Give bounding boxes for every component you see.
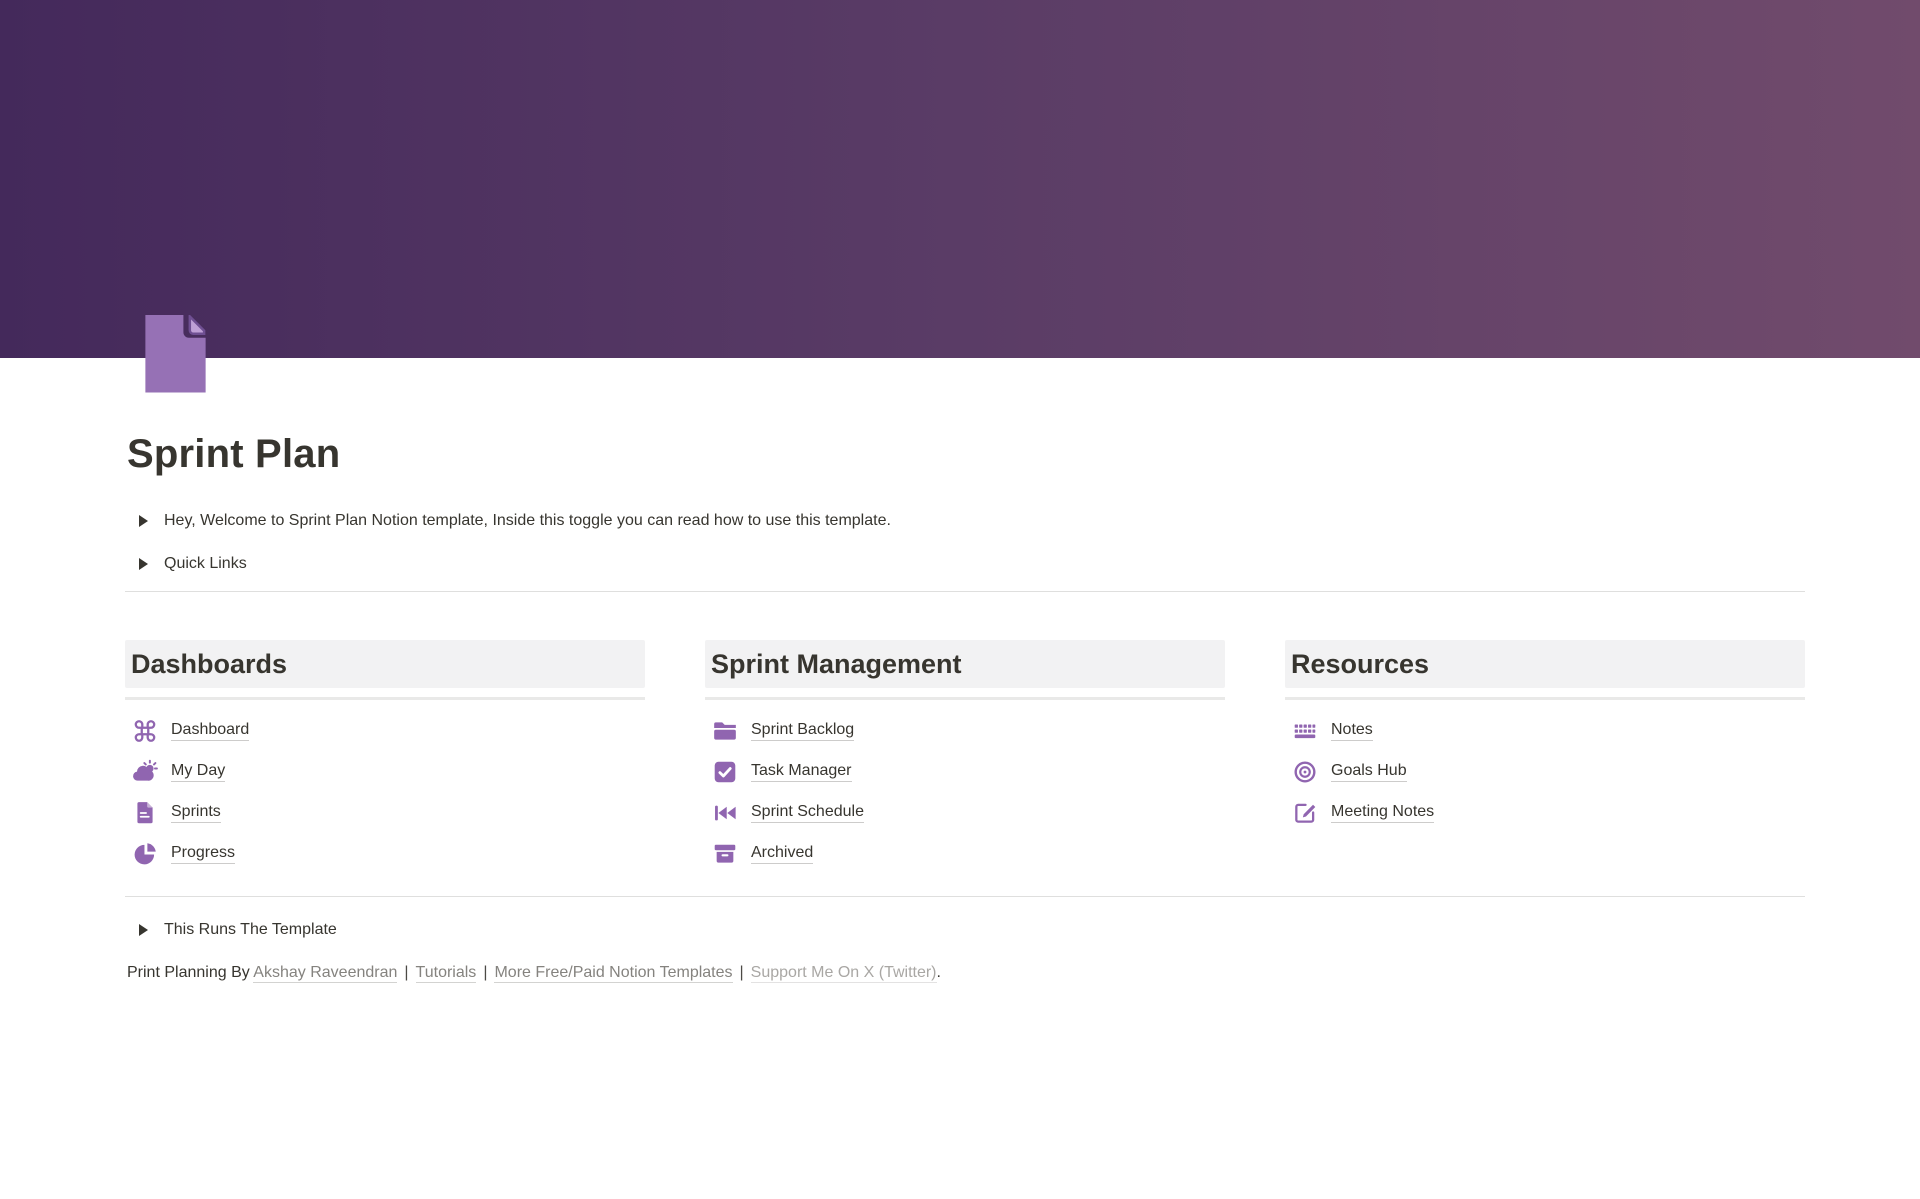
- footer-suffix: .: [937, 964, 941, 981]
- edit-icon: [1292, 800, 1318, 826]
- page-link-my-day[interactable]: My Day: [125, 751, 645, 792]
- document-icon: [132, 800, 158, 826]
- page-link-label: Meeting Notes: [1331, 803, 1434, 823]
- footer-link-tutorials[interactable]: Tutorials: [416, 964, 477, 983]
- page-title: Sprint Plan: [125, 358, 1805, 478]
- column-sprint-management: Sprint Management Sprint Backlog Task Mana…: [705, 640, 1225, 874]
- page-link-goals-hub[interactable]: Goals Hub: [1285, 751, 1805, 792]
- column-link-list: Notes Goals Hub Meeting Notes: [1285, 710, 1805, 833]
- toggle-quick-links-label: Quick Links: [164, 555, 247, 573]
- page-link-label: Sprint Backlog: [751, 721, 854, 741]
- page-link-label: Goals Hub: [1331, 762, 1407, 782]
- toggle-triangle-icon[interactable]: [139, 924, 148, 936]
- column-dashboards: Dashboards Dashboard My Day Sprints Progress: [125, 640, 645, 874]
- toggle-triangle-icon[interactable]: [139, 515, 148, 527]
- footer-link-akshay-raveendran[interactable]: Akshay Raveendran: [253, 964, 397, 983]
- keyboard-icon: [1292, 718, 1318, 744]
- footer-prefix: Print Planning By: [127, 964, 253, 981]
- page-link-label: Sprints: [171, 803, 221, 823]
- toggle-welcome[interactable]: Hey, Welcome to Sprint Plan Notion templ…: [125, 507, 1805, 535]
- command-icon: [132, 718, 158, 744]
- column-link-list: Dashboard My Day Sprints Progress: [125, 710, 645, 874]
- toggle-quick-links[interactable]: Quick Links: [125, 550, 1805, 578]
- toggle-triangle-icon[interactable]: [139, 558, 148, 570]
- toggle-runs-template-label: This Runs The Template: [164, 921, 337, 939]
- toggle-this-runs-the-template[interactable]: This Runs The Template: [125, 916, 1805, 944]
- column-divider: [125, 697, 645, 700]
- sun-cloud-icon: [132, 759, 158, 785]
- page-link-meeting-notes[interactable]: Meeting Notes: [1285, 792, 1805, 833]
- checkbox-icon: [712, 759, 738, 785]
- column-header: Sprint Management: [705, 640, 1225, 688]
- column-header: Resources: [1285, 640, 1805, 688]
- page-link-label: Dashboard: [171, 721, 249, 741]
- column-header: Dashboards: [125, 640, 645, 688]
- page-link-sprints[interactable]: Sprints: [125, 792, 645, 833]
- footer-separator: |: [483, 964, 487, 981]
- page-link-progress[interactable]: Progress: [125, 833, 645, 874]
- page-link-sprint-backlog[interactable]: Sprint Backlog: [705, 710, 1225, 751]
- page-link-task-manager[interactable]: Task Manager: [705, 751, 1225, 792]
- footer-credits: Print Planning By Akshay Raveendran | Tuto…: [125, 960, 1805, 986]
- folder-icon: [712, 718, 738, 744]
- toggle-welcome-label: Hey, Welcome to Sprint Plan Notion templ…: [164, 512, 891, 530]
- page-link-label: Archived: [751, 844, 813, 864]
- archive-icon: [712, 841, 738, 867]
- page-link-label: Task Manager: [751, 762, 852, 782]
- column-link-list: Sprint Backlog Task Manager Sprint Schedul…: [705, 710, 1225, 874]
- footer-separator: |: [404, 964, 408, 981]
- page-link-archived[interactable]: Archived: [705, 833, 1225, 874]
- cover-image: [0, 0, 1920, 358]
- footer-link-more-free-paid-notion-templates[interactable]: More Free/Paid Notion Templates: [494, 964, 732, 983]
- page-content: Sprint Plan Hey, Welcome to Sprint Plan …: [125, 358, 1805, 986]
- column-divider: [705, 697, 1225, 700]
- divider: [125, 591, 1805, 592]
- footer-separator: |: [740, 964, 744, 981]
- page-link-dashboard[interactable]: Dashboard: [125, 710, 645, 751]
- page-link-label: Notes: [1331, 721, 1373, 741]
- page-link-notes[interactable]: Notes: [1285, 710, 1805, 751]
- purple-page-icon[interactable]: [143, 315, 208, 394]
- page-link-label: My Day: [171, 762, 225, 782]
- page-link-sprint-schedule[interactable]: Sprint Schedule: [705, 792, 1225, 833]
- page-link-label: Progress: [171, 844, 235, 864]
- column-resources: Resources Notes Goals Hub Meeting Notes: [1285, 640, 1805, 874]
- footer-link-support-me-on-x-twitter[interactable]: Support Me On X (Twitter): [751, 964, 937, 983]
- column-divider: [1285, 697, 1805, 700]
- pie-chart-icon: [132, 841, 158, 867]
- target-icon: [1292, 759, 1318, 785]
- link-columns: Dashboards Dashboard My Day Sprints Progress…: [125, 640, 1805, 874]
- page-link-label: Sprint Schedule: [751, 803, 864, 823]
- divider: [125, 896, 1805, 897]
- rewind-icon: [712, 800, 738, 826]
